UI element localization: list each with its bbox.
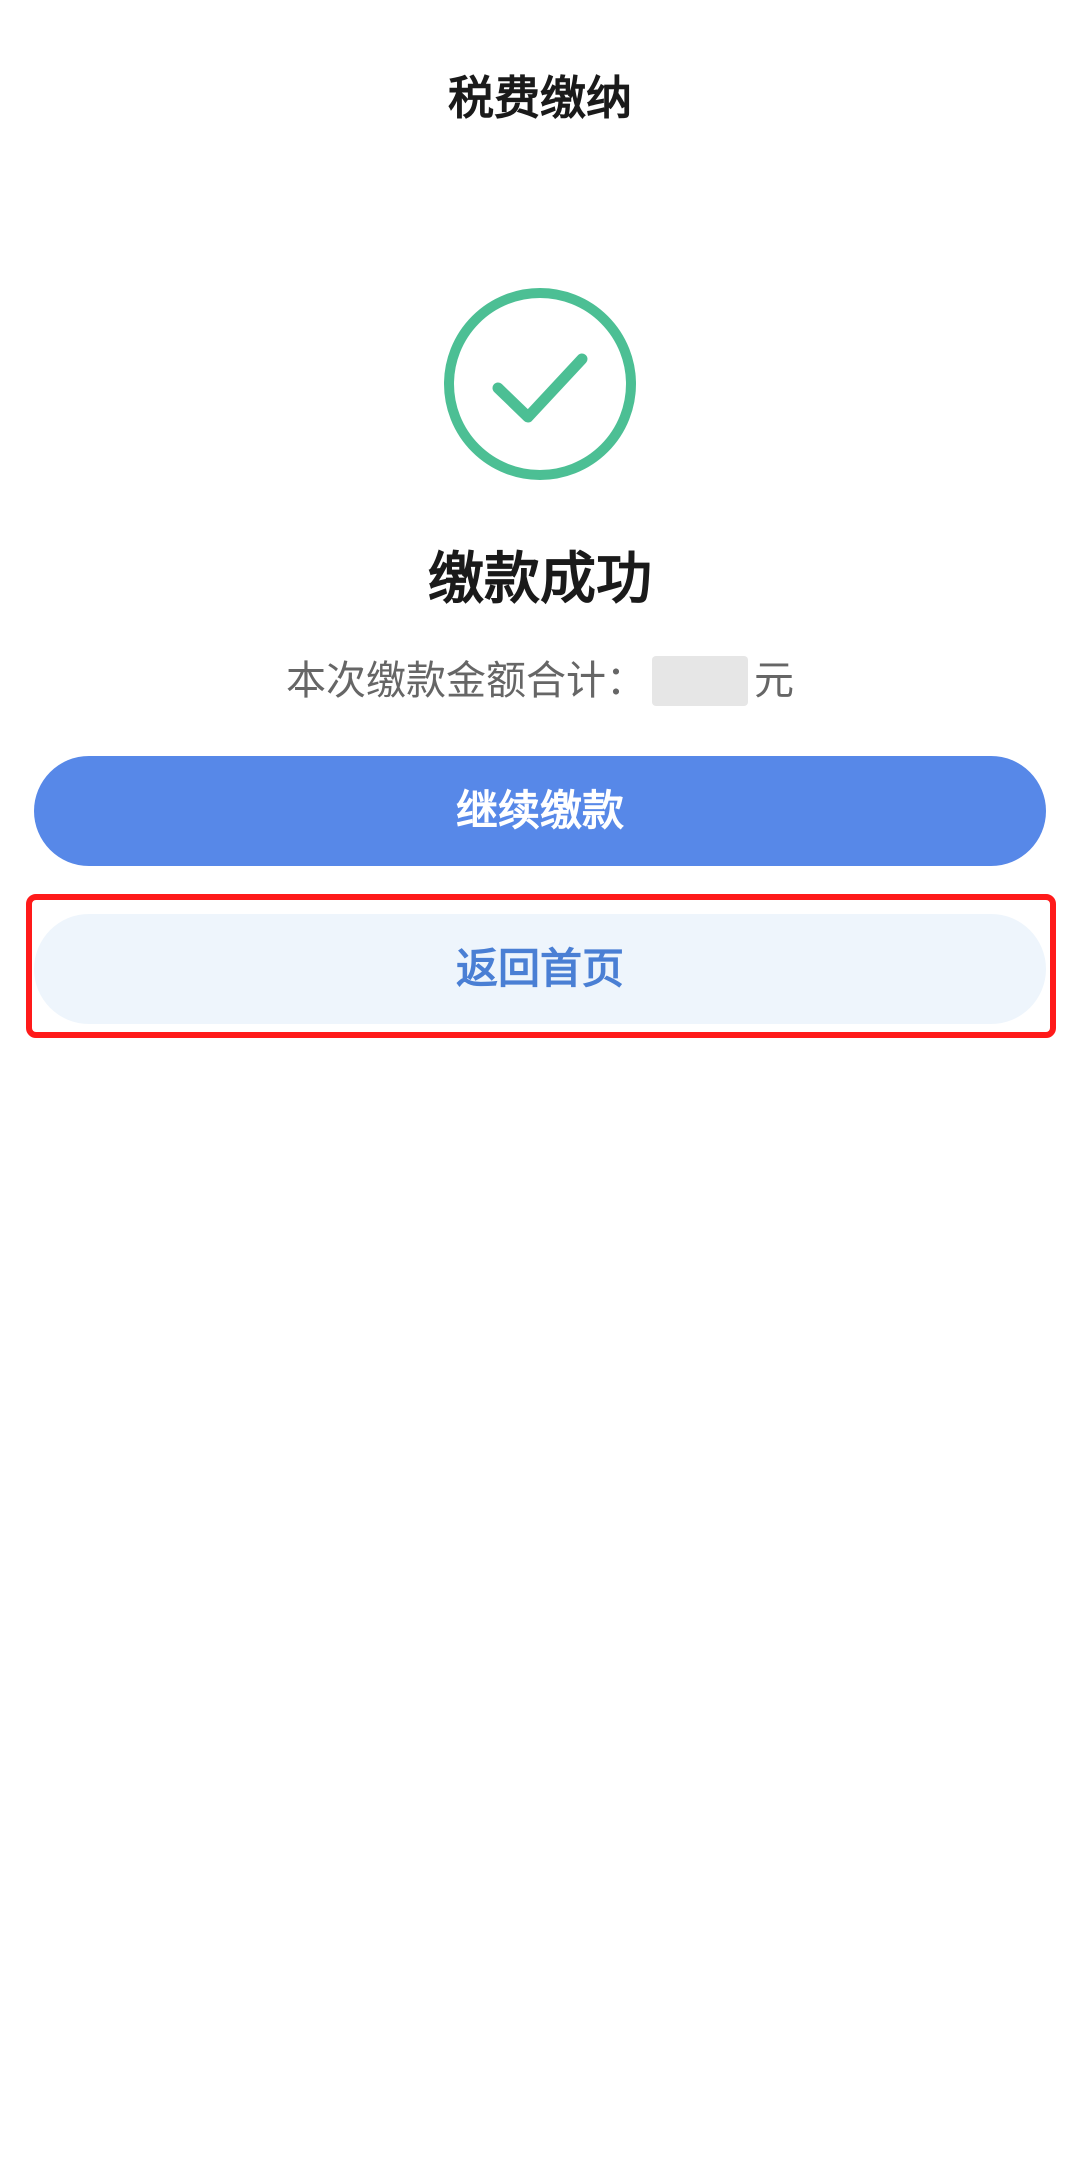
back-to-home-button[interactable]: 返回首页 bbox=[34, 914, 1046, 1024]
amount-summary: 本次缴款金额合计： 元 bbox=[0, 654, 1080, 706]
amount-label: 本次缴款金额合计： bbox=[286, 658, 646, 704]
payment-result-page: 税费缴纳 缴款成功 本次缴款金额合计： 元 继续缴款 返回首页 bbox=[0, 0, 1080, 2181]
result-title: 缴款成功 bbox=[428, 547, 652, 612]
amount-unit: 元 bbox=[754, 658, 794, 704]
check-circle-icon bbox=[444, 288, 636, 480]
page-title: 税费缴纳 bbox=[448, 71, 632, 125]
amount-value bbox=[652, 656, 748, 706]
continue-payment-button[interactable]: 继续缴款 bbox=[34, 756, 1046, 866]
